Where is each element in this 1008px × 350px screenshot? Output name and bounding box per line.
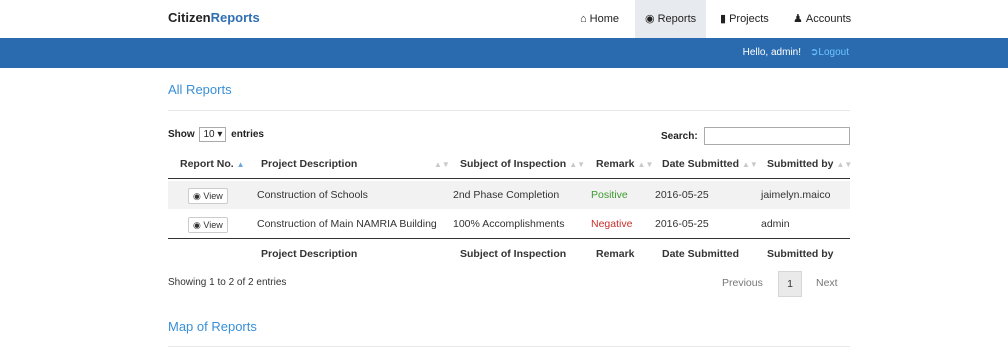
sort-icon: ▲▼ [637,160,654,169]
brand-part2: Reports [210,10,260,25]
cell-description: Construction of Main NAMRIA Building [257,218,437,230]
search-input[interactable] [704,127,850,145]
sort-icon: ▲▼ [742,160,758,169]
th-project-description[interactable]: Project Description [261,158,357,170]
sort-icon: ▲▼ [569,160,586,169]
th-subject-label: Subject of Inspection [460,158,567,170]
divider [168,346,850,347]
show-prefix: Show [168,129,195,140]
tf-date-submitted: Date Submitted [662,248,740,260]
th-report-no-label: Report No. [180,158,234,170]
cell-submitted-by: admin [761,218,790,230]
eye-icon: ◉ [645,13,655,25]
footer-rule [168,238,850,239]
cell-submitted-by: jaimelyn.maico [761,189,831,201]
th-remark-label: Remark [596,158,635,170]
th-submitted-by[interactable]: Submitted by ▲▼ [767,158,852,170]
table-row: ◉ View Construction of Schools 2nd Phase… [168,181,850,209]
file-icon: ▮ [720,13,727,25]
th-project-description-label: Project Description [261,158,358,170]
nav-reports-label: Reports [657,13,697,25]
header-rule [168,178,850,179]
th-date-submitted-label: Date Submitted [662,158,740,170]
pagination-previous[interactable]: Previous [722,271,763,295]
cell-date: 2016-05-25 [655,189,709,201]
entries-select-value: 10 [203,129,215,140]
search-label: Search: [661,131,698,142]
cell-date: 2016-05-25 [655,218,709,230]
view-button[interactable]: ◉ View [188,188,228,204]
pagination-page-1[interactable]: 1 [778,271,802,297]
tf-subject: Subject of Inspection [460,248,567,260]
user-icon: ♟ [793,13,803,25]
nav-accounts[interactable]: ♟ Accounts [793,0,851,38]
view-button-label: View [203,220,223,230]
th-date-submitted[interactable]: Date Submitted ▲▼ [662,158,758,170]
cell-subject: 2nd Phase Completion [453,189,560,201]
all-reports-heading: All Reports [168,82,232,97]
cell-description: Construction of Schools [257,189,368,201]
th-subject[interactable]: Subject of Inspection ▲▼ [460,158,585,170]
th-submitted-by-label: Submitted by [767,158,834,170]
view-button-label: View [203,191,223,201]
table-row: ◉ View Construction of Main NAMRIA Build… [168,210,850,238]
nav-projects-label: Projects [729,13,769,25]
greeting-text: Hello, admin! [742,47,801,58]
home-icon: ⌂ [580,13,587,25]
divider [168,110,850,111]
brand-logo[interactable]: CitizenReports [168,10,260,25]
nav-home-label: Home [589,13,619,25]
nav-accounts-label: Accounts [805,13,852,25]
pagination-next[interactable]: Next [816,271,838,295]
table-info: Showing 1 to 2 of 2 entries [168,277,287,288]
show-entries: Show 10 ▾ entries [168,127,264,142]
sort-icon: ▲▼ [836,160,853,169]
view-button[interactable]: ◉ View [188,217,228,233]
th-remark[interactable]: Remark ▲▼ [596,158,653,170]
tf-project-description: Project Description [261,248,358,260]
nav-projects[interactable]: ▮ Projects [720,0,769,38]
chevron-down-icon: ▾ [217,129,223,140]
cell-remark: Negative [591,218,633,230]
th-report-no[interactable]: Report No. ▲ [180,158,245,170]
user-bar: Hello, admin! ➲Logout [0,38,1008,68]
cell-subject: 100% Accomplishments [453,218,565,230]
logout-link[interactable]: ➲Logout [810,38,849,68]
map-heading: Map of Reports [168,319,257,334]
nav-home[interactable]: ⌂ Home [580,0,619,38]
sort-asc-icon: ▲ [236,160,245,169]
sort-icon: ▲▼ [434,160,450,169]
show-suffix: entries [231,129,264,140]
top-navbar: CitizenReports ⌂ Home ◉ Reports ▮ Projects … [0,0,1008,38]
brand-part1: Citizen [168,10,211,25]
nav-reports[interactable]: ◉ Reports [635,0,707,38]
entries-select[interactable]: 10 ▾ [199,127,227,142]
logout-label: Logout [818,47,849,58]
tf-submitted-by: Submitted by [767,248,834,260]
eye-icon: ◉ [193,220,201,230]
tf-remark: Remark [596,248,635,260]
eye-icon: ◉ [193,191,201,201]
cell-remark: Positive [591,189,628,201]
